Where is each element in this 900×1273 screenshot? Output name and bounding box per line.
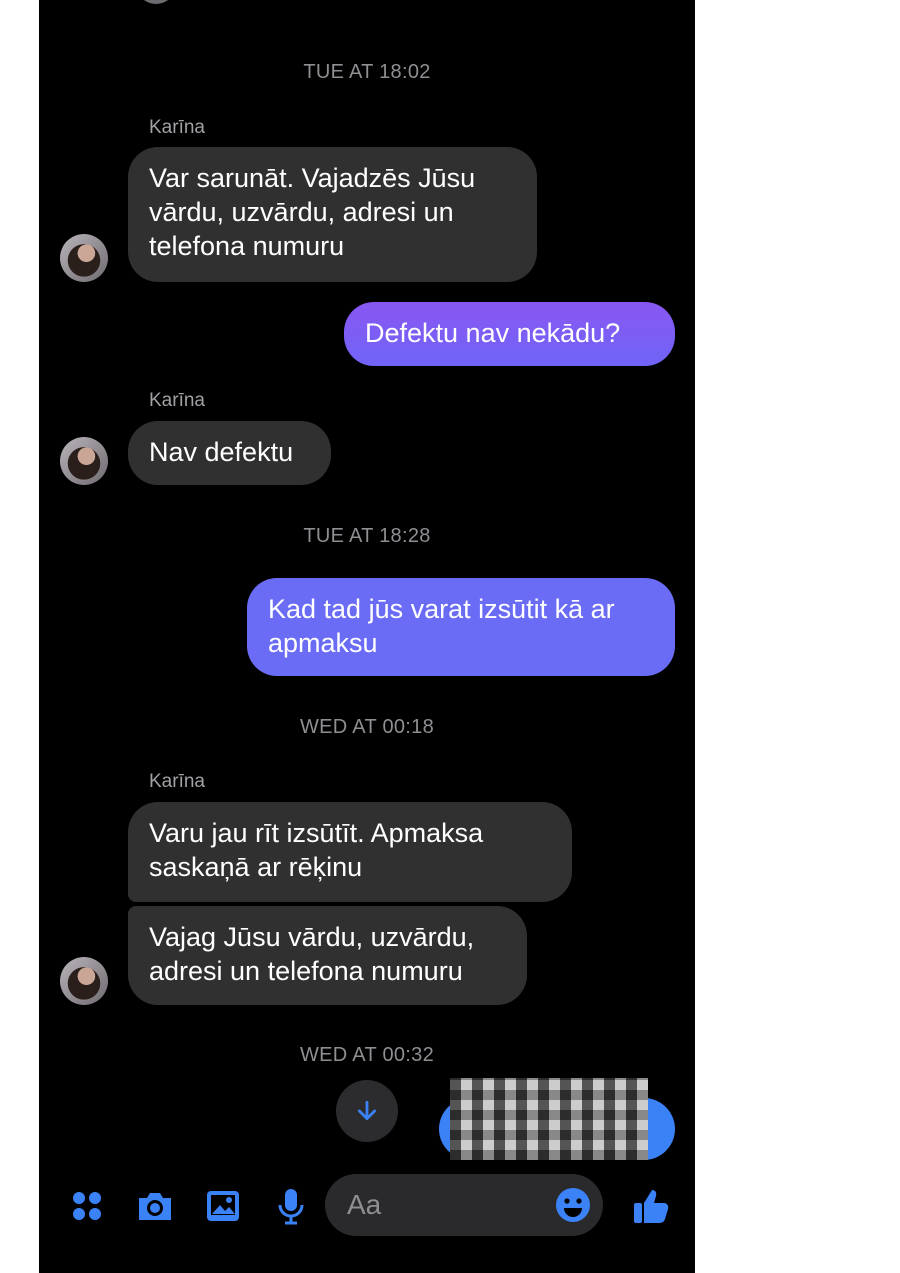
message-input-placeholder: Aa [347,1189,382,1220]
contact-avatar[interactable] [60,234,108,282]
sender-name: Karīna [149,390,205,411]
sender-name: Karīna [149,771,205,792]
microphone-icon[interactable] [267,1182,315,1230]
camera-icon[interactable] [131,1182,179,1230]
timestamp: WED AT 00:18 [299,716,435,738]
redacted-area [450,1078,648,1160]
outgoing-message[interactable]: Kad tad jūs varat izsūtit kā ar apmaksu [247,578,675,676]
thumbs-up-icon[interactable] [627,1182,675,1230]
avatar [136,0,176,4]
contact-avatar[interactable] [60,957,108,1005]
message-input[interactable]: Aa [325,1174,603,1236]
contact-avatar[interactable] [60,437,108,485]
timestamp: TUE AT 18:28 [303,525,431,547]
incoming-message[interactable]: Var sarunāt. Vajadzēs Jūsu vārdu, uzvārd… [128,147,537,282]
outgoing-message[interactable]: Defektu nav nekādu? [344,302,675,366]
sender-name: Karīna [149,117,205,138]
arrow-down-icon [358,1100,376,1120]
timestamp: TUE AT 18:02 [303,61,431,83]
incoming-message[interactable]: Vajag Jūsu vārdu, uzvārdu, adresi un tel… [128,906,527,1005]
emoji-icon[interactable] [555,1187,591,1223]
scroll-down-button[interactable] [336,1080,398,1142]
gallery-icon[interactable] [199,1182,247,1230]
incoming-message[interactable]: Varu jau rīt izsūtīt. Apmaksa saskaņā ar… [128,802,572,902]
timestamp: WED AT 00:32 [299,1044,435,1066]
apps-icon[interactable] [63,1182,111,1230]
chat-screen: TUE AT 18:02 Karīna Var sarunāt. Vajadzē… [39,0,695,1273]
incoming-message[interactable]: Nav defektu [128,421,331,485]
